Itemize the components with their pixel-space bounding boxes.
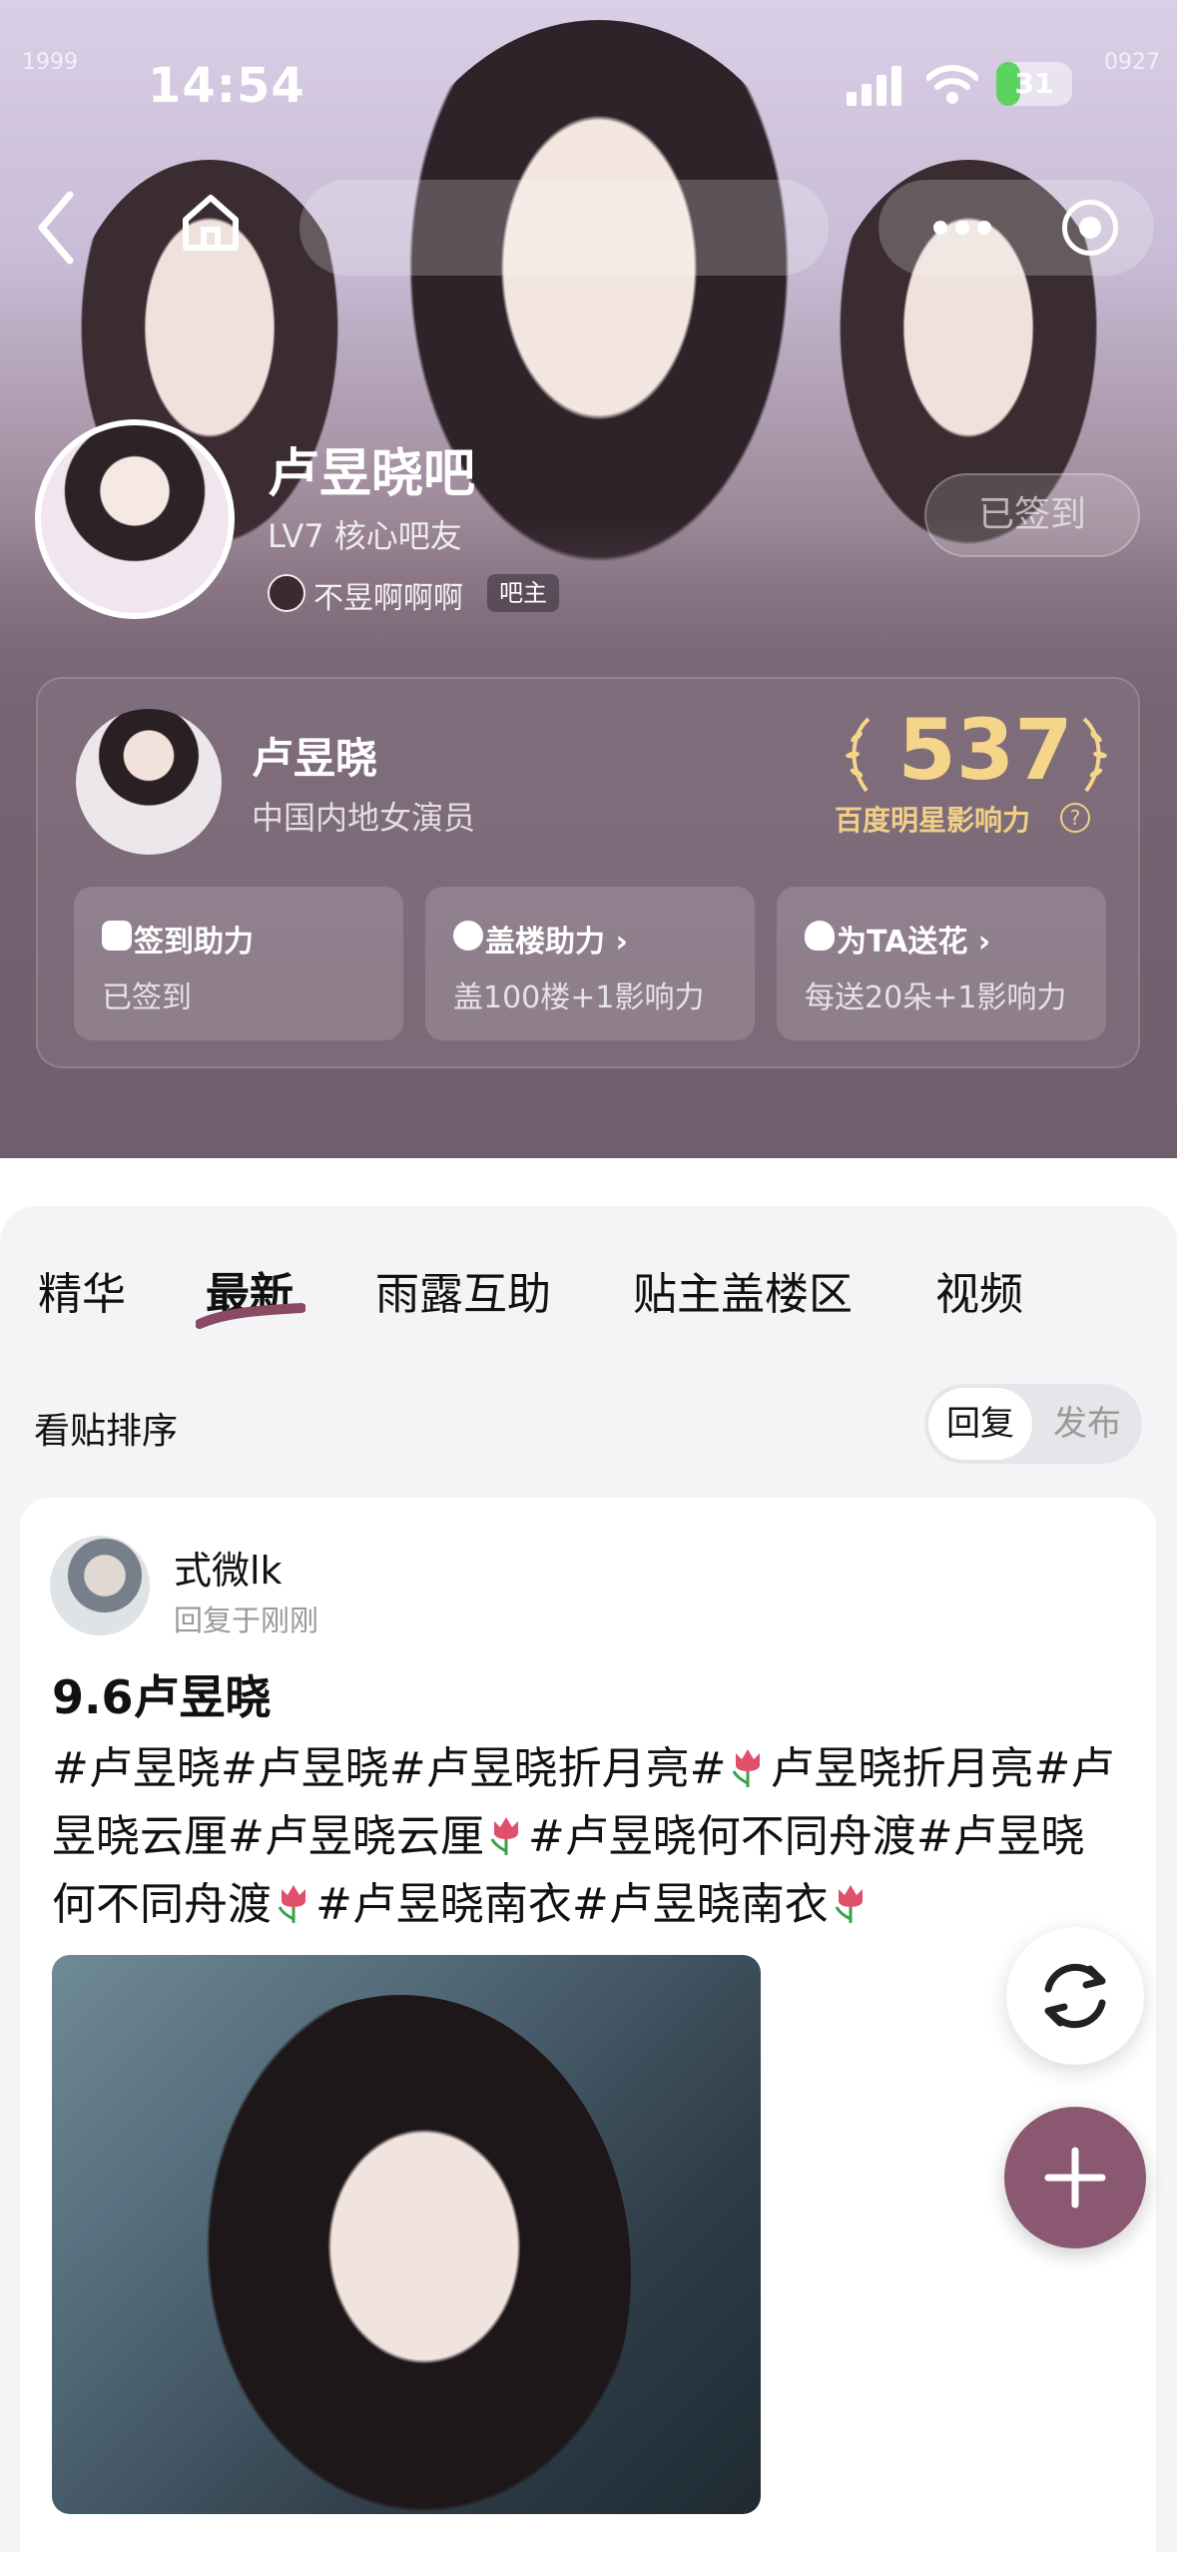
laurel-left-icon (846, 717, 871, 793)
influence-label: 百度明星影响力 (835, 804, 1031, 837)
plus-icon (1044, 2147, 1106, 2209)
action-subtitle: 每送20朵+1影响力 (805, 980, 1067, 1015)
help-icon[interactable]: ? (1060, 803, 1090, 833)
tulip-icon (278, 1885, 305, 1923)
add-post-button[interactable] (1004, 2107, 1146, 2249)
post-body[interactable]: #卢昱晓#卢昱晓#卢昱晓折月亮# 卢昱晓折月亮#卢昱晓云厘#卢昱晓云厘 #卢昱晓何不… (52, 1735, 1125, 1939)
signal-icon (847, 64, 902, 106)
more-icon[interactable] (933, 214, 993, 242)
sign-in-button[interactable]: 已签到 (924, 473, 1140, 557)
influence-score: 537 (897, 701, 1073, 799)
forum-title: 卢昱晓吧 (268, 444, 476, 504)
post-timestamp: 回复于刚刚 (174, 1604, 319, 1637)
action-subtitle: 已签到 (102, 980, 192, 1015)
tab-mutual-help[interactable]: 雨露互助 (375, 1258, 551, 1322)
action-title: 签到助力 (134, 925, 254, 960)
battery-icon: 31 (996, 62, 1072, 106)
search-bar[interactable] (299, 180, 829, 276)
tulip-icon (835, 1885, 863, 1923)
action-title: 盖楼助力 › (485, 925, 628, 960)
post-image[interactable] (52, 1955, 761, 2514)
tulip-icon (490, 1817, 518, 1855)
chevron-right-icon: › (605, 925, 628, 960)
star-avatar[interactable] (76, 709, 222, 855)
home-icon[interactable] (178, 190, 244, 256)
star-influence-card: 卢昱晓 中国内地女演员 537 百度明星影响力 ? 签到助力 已签到 盖楼助力 … (36, 677, 1140, 1068)
sort-option-reply[interactable]: 回复 (928, 1388, 1032, 1460)
owner-badge: 吧主 (487, 574, 559, 612)
action-subtitle: 盖100楼+1影响力 (453, 980, 705, 1015)
back-arrow-icon[interactable] (30, 185, 84, 271)
active-tab-underline (196, 1303, 305, 1329)
sort-label: 看贴排序 (34, 1411, 179, 1452)
sort-toggle[interactable]: 回复 发布 (924, 1384, 1142, 1464)
battery-percent: 31 (1014, 67, 1054, 100)
status-bar: 14:54 31 (0, 0, 1177, 150)
refresh-icon[interactable] (1006, 1927, 1144, 2065)
star-description: 中国内地女演员 (252, 799, 476, 837)
post-card[interactable]: 式微lk 回复于刚刚 9.6卢昱晓 #卢昱晓#卢昱晓#卢昱晓折月亮# 卢昱晓折月亮… (20, 1498, 1156, 2576)
star-name[interactable]: 卢昱晓 (252, 725, 377, 786)
send-flowers-card[interactable]: 为TA送花 › 每送20朵+1影响力 (777, 887, 1106, 1040)
tab-video[interactable]: 视频 (935, 1258, 1023, 1322)
tab-poster-floor[interactable]: 贴主盖楼区 (633, 1258, 853, 1322)
chevron-right-icon: › (967, 925, 991, 960)
tulip-icon (733, 1749, 761, 1787)
owner-avatar[interactable] (268, 574, 305, 612)
build-floor-boost-card[interactable]: 盖楼助力 › 盖100楼+1影响力 (425, 887, 755, 1040)
wifi-icon (926, 65, 978, 104)
chat-bubble-icon (453, 921, 483, 951)
user-level: LV7 核心吧友 (268, 517, 462, 555)
post-image-figure (172, 1995, 631, 2514)
tab-featured[interactable]: 精华 (38, 1258, 126, 1322)
thread-list-panel: 精华 最新 雨露互助 贴主盖楼区 视频 看贴排序 回复 发布 式微lk 回复于刚… (0, 1206, 1177, 2576)
laurel-right-icon (1082, 717, 1107, 793)
avatar[interactable] (50, 1536, 150, 1635)
close-target-icon[interactable] (1062, 200, 1118, 256)
calendar-icon (102, 921, 132, 951)
status-time: 14:54 (148, 58, 305, 114)
flower-icon (805, 921, 835, 951)
owner-name[interactable]: 不昱啊啊啊 (313, 573, 463, 617)
post-title[interactable]: 9.6卢昱晓 (52, 1661, 272, 1727)
post-username[interactable]: 式微lk (174, 1540, 283, 1595)
checkin-boost-card[interactable]: 签到助力 已签到 (74, 887, 403, 1040)
action-title: 为TA送花 › (837, 925, 991, 960)
forum-avatar[interactable] (35, 419, 235, 619)
sort-option-publish[interactable]: 发布 (1036, 1388, 1138, 1460)
